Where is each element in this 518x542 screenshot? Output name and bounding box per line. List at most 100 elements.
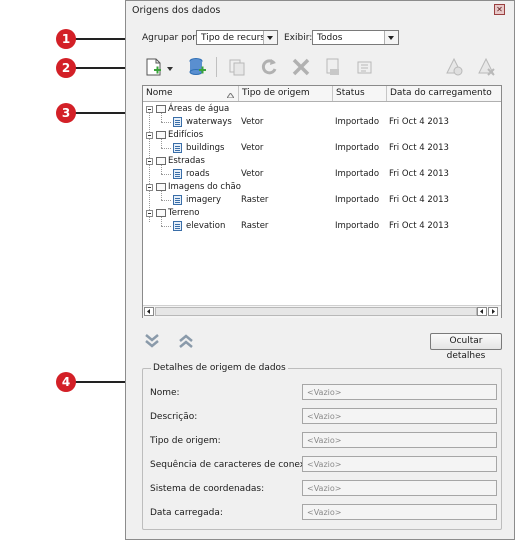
show-label: Exibir: <box>284 33 313 43</box>
folder-icon <box>156 131 166 139</box>
column-header-name[interactable]: Nome <box>143 86 239 101</box>
link-icon[interactable] <box>444 57 464 77</box>
expand-all-icon[interactable] <box>144 333 160 349</box>
group-name: Edifícios <box>168 130 204 140</box>
tree-guide <box>161 200 171 201</box>
collapse-toggle[interactable] <box>146 158 153 165</box>
group-by-select[interactable]: Tipo de recurso <box>196 30 278 45</box>
tree-guide <box>161 122 171 123</box>
load-date: Fri Oct 4 2013 <box>389 221 449 231</box>
table-row[interactable]: buildings Vetor Importado Fri Oct 4 2013 <box>143 139 501 155</box>
scroll-left-button[interactable] <box>144 307 154 316</box>
hide-details-button[interactable]: Ocultar detalhes <box>430 333 502 361</box>
source-type: Raster <box>241 195 269 205</box>
data-source-details-group: Detalhes de origem de dados Nome: <Vazio… <box>142 363 502 530</box>
group-name: Terreno <box>168 208 200 218</box>
folder-icon <box>156 209 166 217</box>
connection-string-value: <Vazio> <box>307 460 342 469</box>
load-date: Fri Oct 4 2013 <box>389 117 449 127</box>
description-field[interactable]: <Vazio> <box>302 408 497 424</box>
properties-icon[interactable] <box>355 57 375 77</box>
name-field[interactable]: <Vazio> <box>302 384 497 400</box>
horizontal-scrollbar[interactable] <box>143 305 501 318</box>
chevron-down-icon[interactable] <box>167 64 173 71</box>
collapse-toggle[interactable] <box>146 106 153 113</box>
load-date: Fri Oct 4 2013 <box>389 195 449 205</box>
callout-4: 4 <box>56 372 76 392</box>
data-sources-tree-grid[interactable]: Nome Tipo de origem Status Data do carre… <box>142 85 502 318</box>
new-data-source-icon[interactable] <box>144 57 164 77</box>
table-row[interactable]: roads Vetor Importado Fri Oct 4 2013 <box>143 165 501 181</box>
group-by-value: Tipo de recurso <box>201 33 271 43</box>
column-header-status[interactable]: Status <box>333 86 387 101</box>
scrollbar-thumb[interactable] <box>155 307 477 316</box>
layer-name: waterways <box>186 117 232 127</box>
source-type: Vetor <box>241 117 264 127</box>
add-data-source-icon[interactable] <box>188 57 208 77</box>
window-title: Origens dos dados <box>132 5 221 16</box>
table-row[interactable]: elevation Raster Importado Fri Oct 4 201… <box>143 217 501 233</box>
callout-2: 2 <box>56 58 76 78</box>
description-value: <Vazio> <box>307 412 342 421</box>
status: Importado <box>335 169 380 179</box>
tree-group-row[interactable]: Terreno <box>143 207 501 220</box>
callout-1: 1 <box>56 29 76 49</box>
connection-string-label: Sequência de caracteres de conexão: <box>150 460 320 470</box>
layer-name: roads <box>186 169 210 179</box>
tree-guide <box>161 174 171 175</box>
folder-icon <box>156 183 166 191</box>
source-type-label: Tipo de origem: <box>150 436 221 446</box>
load-date: Fri Oct 4 2013 <box>389 169 449 179</box>
sort-arrow-icon <box>226 91 235 99</box>
chevron-down-icon <box>263 31 277 44</box>
callout-3: 3 <box>56 103 76 123</box>
source-type-field[interactable]: <Vazio> <box>302 432 497 448</box>
source-type: Raster <box>241 221 269 231</box>
tree-guide <box>161 226 171 227</box>
tree-group-row[interactable]: Áreas de água <box>143 103 501 116</box>
collapse-toggle[interactable] <box>146 132 153 139</box>
date-loaded-label: Data carregada: <box>150 508 223 518</box>
date-loaded-value: <Vazio> <box>307 508 342 517</box>
group-name: Estradas <box>168 156 205 166</box>
delete-icon[interactable] <box>291 57 311 77</box>
details-group-title: Detalhes de origem de dados <box>151 363 288 373</box>
group-name: Imagens do chão <box>168 182 241 192</box>
date-loaded-field[interactable]: <Vazio> <box>302 504 497 520</box>
tree-guide <box>161 217 162 226</box>
unlink-icon[interactable] <box>476 57 496 77</box>
status: Importado <box>335 143 380 153</box>
connection-string-field[interactable]: <Vazio> <box>302 456 497 472</box>
name-label: Nome: <box>150 388 180 398</box>
name-value: <Vazio> <box>307 388 342 397</box>
close-button[interactable]: ✕ <box>494 4 505 15</box>
tree-guide <box>161 191 162 200</box>
show-select[interactable]: Todos <box>312 30 399 45</box>
column-header-source-type[interactable]: Tipo de origem <box>239 86 333 101</box>
collapse-all-icon[interactable] <box>178 333 194 349</box>
table-row[interactable]: imagery Raster Importado Fri Oct 4 2013 <box>143 191 501 207</box>
tree-group-row[interactable]: Edifícios <box>143 129 501 142</box>
refresh-icon[interactable] <box>259 57 279 77</box>
source-type: Vetor <box>241 169 264 179</box>
vector-layer-icon <box>173 117 182 127</box>
tree-guide <box>161 139 162 148</box>
coordinate-system-field[interactable]: <Vazio> <box>302 480 497 496</box>
status: Importado <box>335 195 380 205</box>
folder-icon <box>156 157 166 165</box>
chevron-down-icon <box>384 31 398 44</box>
tree-group-row[interactable]: Estradas <box>143 155 501 168</box>
collapse-toggle[interactable] <box>146 210 153 217</box>
layer-name: imagery <box>186 195 222 205</box>
raster-layer-icon <box>173 195 182 205</box>
raster-layer-icon <box>173 221 182 231</box>
scroll-right-button[interactable] <box>488 307 498 316</box>
column-header-load-date[interactable]: Data do carregamento <box>387 86 501 101</box>
tree-group-row[interactable]: Imagens do chão <box>143 181 501 194</box>
copy-icon[interactable] <box>227 57 247 77</box>
group-name: Áreas de água <box>168 104 230 114</box>
import-icon[interactable] <box>323 57 343 77</box>
scroll-left-button[interactable] <box>477 307 487 316</box>
table-row[interactable]: waterways Vetor Importado Fri Oct 4 2013 <box>143 113 501 129</box>
collapse-toggle[interactable] <box>146 184 153 191</box>
